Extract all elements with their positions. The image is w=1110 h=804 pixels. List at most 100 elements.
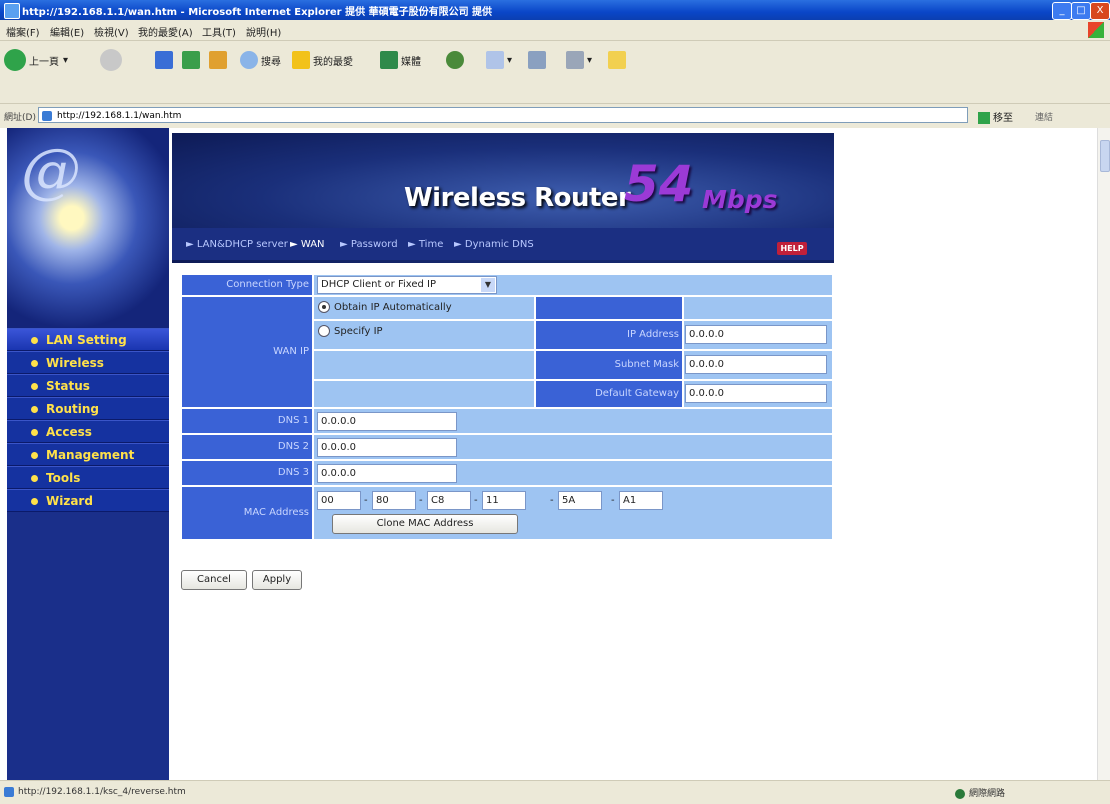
search-button[interactable]: 搜尋	[240, 51, 281, 69]
minimize-button[interactable]: _	[1052, 2, 1072, 20]
vertical-scrollbar[interactable]	[1097, 128, 1110, 780]
sidebar-item-routing[interactable]: Routing	[7, 397, 169, 420]
mac-octet-5[interactable]: 5A	[558, 491, 602, 510]
mail-button[interactable]: ▾	[486, 51, 512, 69]
specify-ip-option[interactable]: Specify IP	[314, 321, 534, 349]
obtain-ip-option[interactable]: Obtain IP Automatically	[314, 297, 534, 319]
nav-wan[interactable]: ► WAN	[290, 239, 325, 250]
back-arrow-icon	[4, 49, 26, 71]
address-input[interactable]: http://192.168.1.1/wan.htm	[38, 107, 968, 123]
go-arrow-icon	[978, 112, 990, 124]
mac-octet-3[interactable]: C8	[427, 491, 471, 510]
menu-file[interactable]: 檔案(F)	[6, 24, 40, 39]
mac-octet-1[interactable]: 00	[317, 491, 361, 510]
refresh-button[interactable]	[182, 51, 203, 69]
close-button[interactable]: X	[1090, 2, 1110, 20]
stop-icon	[155, 51, 173, 69]
scrollbar-thumb[interactable]	[1100, 140, 1110, 172]
router-header: Wireless Router 54 Mbps ► LAN&DHCP serve…	[172, 133, 834, 263]
sidebar-item-wizard[interactable]: Wizard	[7, 489, 169, 512]
maximize-button[interactable]: □	[1071, 2, 1091, 20]
sidebar-item-status[interactable]: Status	[7, 374, 169, 397]
mac-octet-2[interactable]: 80	[372, 491, 416, 510]
at-logo: @	[21, 136, 81, 206]
window-title: http://192.168.1.1/wan.htm - Microsoft I…	[22, 7, 493, 18]
ie-icon	[4, 3, 20, 19]
forward-button[interactable]	[100, 49, 125, 71]
nav-password[interactable]: ► Password	[340, 239, 398, 250]
ip-address-input[interactable]: 0.0.0.0	[685, 325, 827, 344]
radio-selected-icon	[318, 301, 330, 313]
nav-label: Dynamic DNS	[464, 239, 534, 250]
menu-help[interactable]: 說明(H)	[246, 24, 281, 39]
media-label: 媒體	[401, 56, 421, 68]
menu-view[interactable]: 檢視(V)	[94, 24, 129, 39]
forward-arrow-icon	[100, 49, 122, 71]
bullet-icon	[31, 337, 38, 344]
page-icon	[42, 111, 52, 121]
default-gateway-cell: 0.0.0.0	[684, 381, 832, 407]
address-label: 網址(D)	[4, 113, 36, 123]
menu-favorites[interactable]: 我的最愛(A)	[138, 24, 193, 39]
sidebar-item-lan-setting[interactable]: LAN Setting	[7, 328, 169, 351]
brand-title: Wireless Router	[404, 183, 631, 213]
home-button[interactable]	[209, 51, 230, 69]
apply-button[interactable]: Apply	[252, 570, 302, 590]
zone-label: 網際網路	[969, 789, 1006, 799]
globe-icon	[955, 788, 965, 799]
edit-icon	[566, 51, 584, 69]
dns3-input[interactable]: 0.0.0.0	[317, 464, 457, 483]
sidebar-item-wireless[interactable]: Wireless	[7, 351, 169, 374]
mac-octet-4[interactable]: 11	[482, 491, 526, 510]
default-gateway-input[interactable]: 0.0.0.0	[685, 384, 827, 403]
page-icon	[4, 787, 14, 797]
sidebar-item-access[interactable]: Access	[7, 420, 169, 443]
stop-button[interactable]	[155, 51, 176, 69]
status-bar: http://192.168.1.1/ksc_4/reverse.htm 網際網…	[0, 780, 1110, 804]
home-icon	[209, 51, 227, 69]
subnet-mask-cell: 0.0.0.0	[684, 351, 832, 379]
top-nav: ► LAN&DHCP server ► WAN ► Password ► Tim…	[172, 228, 834, 260]
mac-octet-6[interactable]: A1	[619, 491, 663, 510]
nav-dynamic-dns[interactable]: ► Dynamic DNS	[454, 239, 534, 250]
clone-mac-button[interactable]: Clone MAC Address	[332, 514, 518, 534]
router-sidebar: @ LAN Setting Wireless Status Routing Ac…	[7, 128, 169, 780]
back-button[interactable]: 上一頁 ▾	[4, 49, 68, 71]
dns2-input[interactable]: 0.0.0.0	[317, 438, 457, 457]
nav-time[interactable]: ► Time	[408, 239, 443, 250]
favorites-button[interactable]: 我的最愛	[292, 51, 353, 69]
sidebar-item-tools[interactable]: Tools	[7, 466, 169, 489]
sidebar-item-label: Wizard	[46, 494, 93, 508]
bullet-icon	[31, 406, 38, 413]
dns1-label: DNS 1	[182, 409, 312, 433]
sidebar-item-management[interactable]: Management	[7, 443, 169, 466]
menu-edit[interactable]: 編輯(E)	[50, 24, 84, 39]
go-button[interactable]: 移至	[978, 109, 1013, 124]
nav-label: LAN&DHCP server	[196, 239, 288, 250]
mac-address-label: MAC Address	[182, 487, 312, 539]
help-button[interactable]: HELP	[777, 242, 807, 255]
dns3-cell: 0.0.0.0	[314, 461, 832, 485]
history-button[interactable]	[446, 51, 467, 69]
nav-label: Password	[350, 239, 398, 250]
dns1-cell: 0.0.0.0	[314, 409, 832, 433]
cancel-button[interactable]: Cancel	[181, 570, 247, 590]
connection-type-select[interactable]: DHCP Client or Fixed IP ▼	[317, 276, 497, 294]
print-button[interactable]	[528, 51, 549, 69]
media-button[interactable]: 媒體	[380, 51, 421, 69]
links-button[interactable]: 連結	[1035, 110, 1053, 123]
wan-ip-spacer	[314, 351, 534, 379]
folder-button[interactable]	[608, 51, 629, 69]
nav-lan-dhcp[interactable]: ► LAN&DHCP server	[186, 239, 288, 250]
wan-ip-spacer-2	[314, 381, 534, 407]
dns2-label: DNS 2	[182, 435, 312, 459]
menu-tools[interactable]: 工具(T)	[202, 24, 236, 39]
folder-icon	[608, 51, 626, 69]
ip-address-label: IP Address	[536, 321, 682, 349]
edit-button[interactable]: ▾	[566, 51, 592, 69]
sidebar-banner: @	[7, 128, 169, 328]
connection-type-value: DHCP Client or Fixed IP	[321, 279, 437, 290]
subnet-mask-input[interactable]: 0.0.0.0	[685, 355, 827, 374]
dns3-label: DNS 3	[182, 461, 312, 485]
dns1-input[interactable]: 0.0.0.0	[317, 412, 457, 431]
